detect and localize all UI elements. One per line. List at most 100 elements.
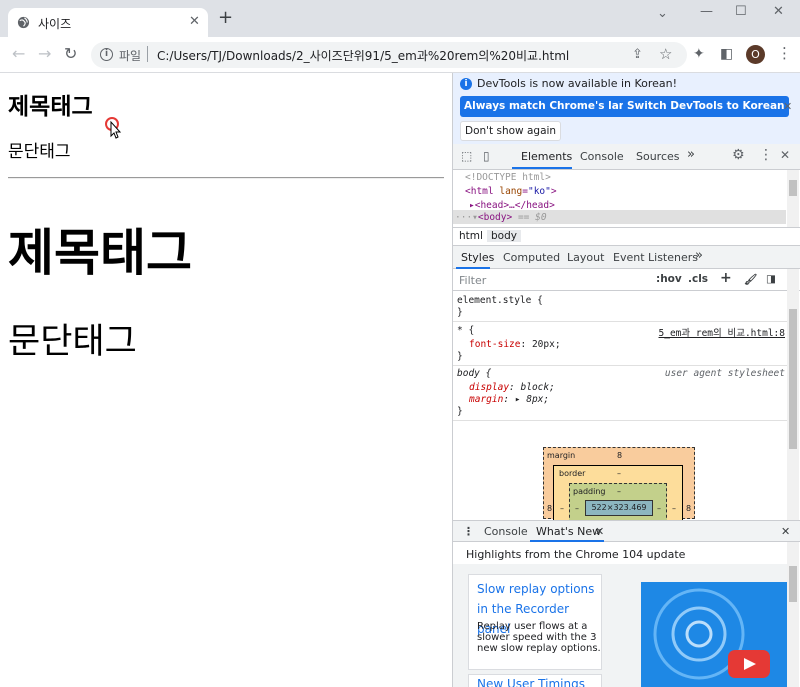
tab-computed[interactable]: Computed [503, 251, 560, 264]
maximize-button[interactable]: ☐ [735, 4, 747, 19]
devtools-panel: i DevTools is now available in Korean! A… [452, 73, 800, 687]
infobar-message: DevTools is now available in Korean! [477, 77, 678, 90]
padding-right-value[interactable]: – [657, 504, 661, 513]
body-node[interactable]: ···▾<body> == $0 [455, 212, 547, 223]
breadcrumb: html body [453, 227, 800, 246]
page-viewport: 제목태그 문단태그 제목태그 문단태그 [0, 73, 452, 687]
padding-left-value[interactable]: – [575, 504, 579, 513]
gear-icon[interactable]: ⚙ [732, 147, 745, 163]
body-selector[interactable]: body { [457, 368, 491, 379]
doctype-node[interactable]: <!DOCTYPE html> [465, 172, 551, 183]
tab-close-icon[interactable]: ✕ [189, 14, 200, 29]
kebab-icon[interactable]: ⋮ [777, 44, 792, 62]
share-icon[interactable]: ⇪ [632, 47, 643, 62]
star-icon[interactable]: ☆ [659, 45, 672, 63]
new-rule-button[interactable]: + [720, 270, 732, 286]
tab-title: 사이즈 [38, 17, 72, 31]
styles-scrollbar[interactable] [787, 269, 799, 520]
styles-tabbar: Styles Computed Layout Event Listeners » [453, 246, 800, 269]
tab-sources[interactable]: Sources [636, 150, 680, 163]
border-label: border [559, 469, 586, 478]
paragraph-small: 문단태그 [8, 142, 71, 162]
more-tabs-icon[interactable]: » [687, 147, 695, 162]
minimize-button[interactable]: — [700, 4, 713, 19]
border-right-value[interactable]: – [672, 504, 676, 513]
address-bar[interactable]: i 파일 C:/Users/TJ/Downloads/2_사이즈단위91/5_e… [91, 42, 687, 68]
more-style-tabs-icon[interactable]: » [695, 248, 703, 263]
infobar-close-icon[interactable]: ✕ [783, 100, 792, 113]
drawer-scroll-thumb[interactable] [789, 566, 797, 602]
styles-filter: Filter :hov .cls + 🖌 ◨ [453, 269, 800, 291]
user-agent-label: user agent stylesheet [664, 368, 785, 379]
padding-top-value[interactable]: – [617, 487, 621, 496]
forward-icon[interactable]: → [38, 44, 51, 63]
feature-card-user-timings[interactable]: New User Timings [468, 674, 602, 687]
rule-close: } [457, 406, 463, 417]
margin-left-value[interactable]: 8 [547, 504, 552, 513]
video-thumbnail[interactable] [641, 582, 787, 687]
tab-layout[interactable]: Layout [567, 251, 604, 264]
side-panel-icon[interactable]: ◧ [720, 46, 733, 62]
extensions-icon[interactable]: ✦ [693, 46, 705, 62]
paint-icon[interactable]: 🖌 [744, 273, 757, 286]
new-tab-button[interactable]: + [218, 9, 233, 27]
feature-card-recorder[interactable]: Slow replay options in the Recorder pane… [468, 574, 602, 670]
youtube-play-icon[interactable] [728, 650, 770, 678]
tab-console[interactable]: Console [580, 150, 624, 163]
whats-new-panel: Highlights from the Chrome 104 update Sl… [453, 542, 800, 687]
border-left-value[interactable]: – [560, 504, 564, 513]
drawer-close-icon[interactable]: ✕ [781, 525, 790, 538]
display-declaration[interactable]: display: block; [469, 382, 555, 393]
tab-elements[interactable]: Elements [521, 150, 572, 163]
dom-scrollbar[interactable] [787, 170, 799, 227]
drawer-scrollbar[interactable] [787, 542, 799, 687]
devtools-menu-icon[interactable]: ⋮ [759, 147, 773, 163]
margin-declaration[interactable]: margin: ▸ 8px; [469, 394, 549, 405]
universal-selector[interactable]: * { [457, 325, 474, 336]
feature-card-description: Replay user flows at a slower speed with… [477, 621, 601, 654]
close-window-button[interactable]: ✕ [773, 4, 784, 19]
url-text[interactable]: C:/Users/TJ/Downloads/2_사이즈단위91/5_em과%20… [157, 47, 569, 64]
tab-search-icon[interactable]: ⌄ [657, 6, 668, 21]
whats-new-heading: Highlights from the Chrome 104 update [466, 548, 686, 561]
hover-state-toggle[interactable]: :hov [656, 273, 682, 285]
info-icon[interactable]: i [100, 48, 113, 61]
margin-right-value[interactable]: 8 [686, 504, 691, 513]
border-top-value[interactable]: – [617, 469, 621, 478]
switch-korean-button[interactable]: Switch DevTools to Korean [623, 96, 789, 117]
avatar[interactable]: O [746, 45, 765, 64]
drawer-menu-icon[interactable]: ⋮ [463, 525, 474, 538]
styles-scroll-thumb[interactable] [789, 309, 797, 449]
margin-top-value[interactable]: 8 [617, 451, 622, 460]
reload-icon[interactable]: ↻ [64, 44, 77, 63]
font-size-declaration[interactable]: font-size: 20px; [469, 339, 561, 350]
class-toggle[interactable]: .cls [688, 273, 708, 285]
universal-source-link[interactable]: 5_em과 rem의 비교.html:8 [659, 325, 785, 339]
whats-new-close-icon[interactable]: ✕ [595, 525, 604, 538]
filter-input[interactable]: Filter [459, 274, 486, 287]
rule-divider [453, 420, 787, 421]
device-icon[interactable]: ▯ [483, 149, 490, 163]
box-model-content[interactable]: 522×323.469 [585, 500, 653, 516]
drawer-tabbar: ⋮ Console What's New ✕ ✕ [453, 520, 800, 542]
tab-event-listeners[interactable]: Event Listeners [613, 251, 698, 264]
browser-tab[interactable]: 사이즈 ✕ [8, 8, 208, 37]
back-icon[interactable]: ← [12, 44, 25, 63]
html-node[interactable]: <html lang="ko"> [465, 186, 557, 197]
sidebar-toggle-icon[interactable]: ◨ [766, 273, 776, 285]
dont-show-again-button[interactable]: Don't show again [460, 121, 562, 141]
tab-styles[interactable]: Styles [461, 251, 494, 264]
margin-label: margin [547, 451, 576, 460]
address-divider [147, 46, 148, 62]
dom-scroll-thumb[interactable] [789, 180, 797, 196]
inspect-icon[interactable]: ⬚ [461, 149, 472, 163]
drawer-tab-console[interactable]: Console [484, 525, 528, 538]
devtools-close-icon[interactable]: ✕ [780, 148, 790, 162]
info-icon: i [460, 78, 472, 90]
feature-card-title[interactable]: New User Timings [477, 677, 585, 687]
breadcrumb-body[interactable]: body [487, 230, 521, 242]
drawer-tab-whats-new[interactable]: What's New [536, 525, 601, 538]
breadcrumb-html[interactable]: html [455, 230, 487, 242]
head-node[interactable]: ▸<head>…</head> [469, 200, 555, 211]
element-style-selector[interactable]: element.style { [457, 295, 543, 306]
